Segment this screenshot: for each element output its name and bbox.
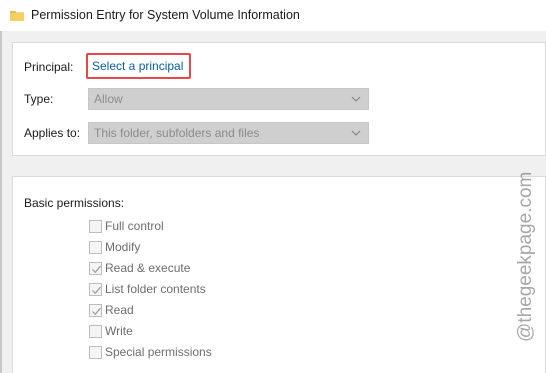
permission-full-control[interactable]: Full control <box>89 218 164 234</box>
checkbox[interactable] <box>89 261 102 275</box>
permission-write[interactable]: Write <box>89 323 133 339</box>
checkmark-icon <box>92 265 101 273</box>
window-title: Permission Entry for System Volume Infor… <box>31 8 300 22</box>
checkmark-icon <box>92 307 101 315</box>
permission-label: Full control <box>105 219 164 233</box>
checkbox[interactable] <box>89 303 102 317</box>
permission-read-execute[interactable]: Read & execute <box>89 260 190 276</box>
permission-label: Special permissions <box>105 345 212 359</box>
checkbox[interactable] <box>89 345 102 359</box>
type-label: Type: <box>24 92 54 106</box>
checkbox[interactable] <box>89 219 102 233</box>
watermark-text: @thegeekpage.com <box>515 172 536 342</box>
folder-icon <box>10 11 24 21</box>
applies-to-label: Applies to: <box>24 126 81 140</box>
applies-to-value: This folder, subfolders and files <box>94 126 260 140</box>
checkbox[interactable] <box>89 324 102 338</box>
type-value: Allow <box>94 92 123 106</box>
select-principal-link[interactable]: Select a principal <box>92 59 183 73</box>
permission-modify[interactable]: Modify <box>89 239 140 255</box>
permission-list-folder-contents[interactable]: List folder contents <box>89 281 206 297</box>
permission-label: List folder contents <box>105 282 206 296</box>
chevron-down-icon <box>351 130 361 136</box>
basic-permissions-heading: Basic permissions: <box>24 196 125 210</box>
permission-special[interactable]: Special permissions <box>89 344 212 360</box>
permission-label: Read & execute <box>105 261 191 275</box>
window-left-edge <box>0 0 2 373</box>
title-bar: Permission Entry for System Volume Infor… <box>0 0 546 31</box>
permission-read[interactable]: Read <box>89 302 134 318</box>
permission-label: Read <box>105 303 134 317</box>
permission-label: Write <box>105 324 133 338</box>
checkbox[interactable] <box>89 240 102 254</box>
permission-label: Modify <box>105 240 141 254</box>
chevron-down-icon <box>351 96 361 102</box>
checkbox[interactable] <box>89 282 102 296</box>
watermark: @thegeekpage.com <box>515 172 536 342</box>
applies-to-dropdown[interactable]: This folder, subfolders and files <box>88 122 369 144</box>
checkmark-icon <box>92 286 101 294</box>
type-dropdown[interactable]: Allow <box>88 88 369 110</box>
principal-label: Principal: <box>24 60 74 74</box>
